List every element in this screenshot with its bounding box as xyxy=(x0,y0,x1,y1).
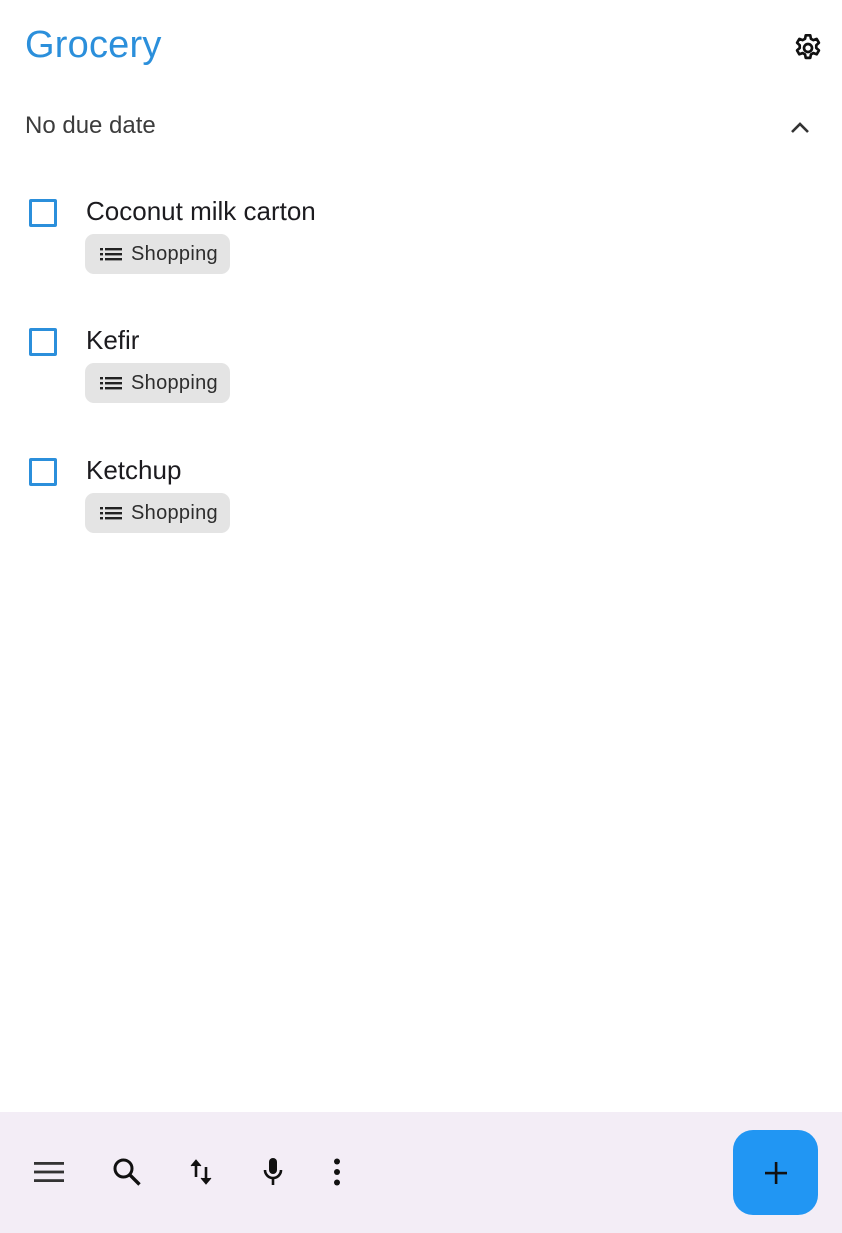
task-checkbox[interactable] xyxy=(29,199,57,227)
menu-button[interactable] xyxy=(27,1150,71,1194)
add-icon xyxy=(764,1161,787,1184)
sort-button[interactable] xyxy=(179,1150,223,1194)
task-item[interactable]: Ketchup Shopping xyxy=(0,455,842,568)
more-options-button[interactable] xyxy=(315,1150,359,1194)
task-title[interactable]: Kefir xyxy=(86,325,139,356)
task-checkbox[interactable] xyxy=(29,458,57,486)
list-chip-label: Shopping xyxy=(131,371,218,394)
search-button[interactable] xyxy=(105,1150,149,1194)
task-title[interactable]: Ketchup xyxy=(86,455,181,486)
collapse-group-button[interactable] xyxy=(785,112,815,142)
list-icon xyxy=(100,375,122,391)
task-checkbox[interactable] xyxy=(29,328,57,356)
chevron-up-icon xyxy=(791,122,809,133)
list-icon xyxy=(100,246,122,262)
task-item[interactable]: Coconut milk carton Shopping xyxy=(0,196,842,309)
menu-icon xyxy=(34,1162,64,1182)
page-title: Grocery xyxy=(25,24,162,66)
settings-button[interactable] xyxy=(790,30,826,66)
task-item[interactable]: Kefir Shopping xyxy=(0,325,842,438)
list-chip[interactable]: Shopping xyxy=(85,493,230,533)
list-icon xyxy=(100,505,122,521)
gear-icon xyxy=(795,34,821,60)
list-chip[interactable]: Shopping xyxy=(85,234,230,274)
voice-input-button[interactable] xyxy=(251,1150,295,1194)
list-chip-label: Shopping xyxy=(131,242,218,265)
group-header-label: No due date xyxy=(25,112,156,139)
microphone-icon xyxy=(263,1158,283,1185)
task-title[interactable]: Coconut milk carton xyxy=(86,196,316,227)
more-vert-icon xyxy=(334,1158,340,1186)
search-icon xyxy=(113,1158,141,1186)
sort-icon xyxy=(190,1159,212,1185)
list-chip[interactable]: Shopping xyxy=(85,363,230,403)
add-task-button[interactable] xyxy=(733,1130,818,1215)
list-chip-label: Shopping xyxy=(131,501,218,524)
